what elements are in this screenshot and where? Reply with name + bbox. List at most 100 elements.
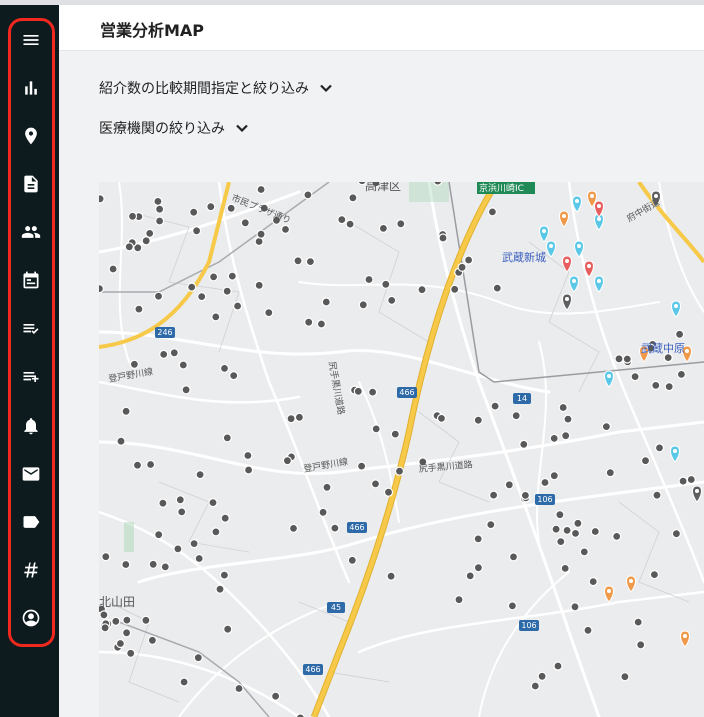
facility-marker[interactable] [612, 531, 622, 541]
facility-marker[interactable] [371, 424, 381, 434]
facility-marker[interactable] [570, 602, 580, 612]
facility-marker[interactable] [507, 601, 517, 611]
facility-marker[interactable] [148, 559, 158, 569]
facility-marker[interactable] [337, 214, 347, 225]
facility-marker[interactable] [177, 507, 187, 517]
facility-marker[interactable] [141, 615, 151, 625]
facility-marker[interactable] [134, 304, 144, 314]
facility-marker[interactable] [671, 529, 682, 539]
facility-marker[interactable] [636, 640, 646, 650]
facility-marker[interactable] [264, 308, 274, 318]
facility-marker[interactable] [254, 280, 264, 290]
facility-marker[interactable] [100, 623, 110, 633]
facility-marker[interactable] [630, 372, 640, 382]
facility-marker[interactable] [614, 354, 624, 364]
map-pin-icon[interactable] [604, 370, 614, 388]
facility-marker[interactable] [127, 211, 138, 221]
facility-marker[interactable] [563, 414, 573, 424]
facility-marker[interactable] [222, 286, 232, 296]
facility-marker[interactable] [348, 193, 358, 203]
facility-marker[interactable] [226, 203, 236, 213]
facility-marker[interactable] [504, 480, 514, 490]
facility-marker[interactable] [141, 236, 151, 246]
facility-marker[interactable] [555, 510, 565, 520]
facility-marker[interactable] [394, 466, 405, 476]
facility-marker[interactable] [233, 301, 243, 311]
facility-marker[interactable] [583, 625, 593, 635]
facility-marker[interactable] [173, 544, 183, 554]
facility-marker[interactable] [558, 402, 568, 413]
facility-marker[interactable] [664, 382, 674, 392]
facility-marker[interactable] [288, 523, 299, 533]
facility-marker[interactable] [652, 490, 662, 500]
facility-marker[interactable] [108, 264, 118, 274]
map-pin-icon[interactable] [562, 293, 572, 311]
map-pin-icon[interactable] [559, 210, 569, 228]
facility-marker[interactable] [674, 329, 685, 339]
facility-marker[interactable] [353, 386, 363, 396]
facility-marker[interactable] [223, 624, 233, 634]
facility-marker[interactable] [219, 363, 230, 373]
facility-marker[interactable] [145, 459, 156, 470]
facility-marker[interactable] [99, 610, 109, 620]
facility-marker[interactable] [465, 571, 475, 581]
facility-marker[interactable] [381, 279, 391, 289]
facility-marker[interactable] [154, 216, 165, 226]
facility-marker[interactable] [153, 291, 164, 301]
facility-marker[interactable] [347, 555, 357, 565]
facility-marker[interactable] [561, 431, 571, 441]
facility-marker[interactable] [473, 415, 483, 425]
facility-marker[interactable] [240, 218, 250, 228]
facility-marker[interactable] [457, 262, 467, 272]
facility-marker[interactable] [676, 369, 687, 379]
facility-marker[interactable] [189, 207, 199, 217]
facility-marker[interactable] [122, 628, 132, 638]
facility-marker[interactable] [530, 681, 540, 691]
facility-marker[interactable] [194, 553, 204, 564]
facility-marker[interactable] [454, 595, 464, 605]
map-pin-icon[interactable] [539, 225, 549, 243]
facility-marker[interactable] [473, 563, 483, 573]
map-view[interactable]: 高津区 京浜川崎IC 武蔵新城 武蔵中原 市民プラザ通り 府中街道 登戸野川線 … [99, 182, 704, 717]
facility-marker[interactable] [159, 349, 169, 359]
facility-marker[interactable] [549, 471, 559, 481]
facility-marker[interactable] [556, 537, 566, 547]
facility-marker[interactable] [649, 570, 660, 580]
facility-marker[interactable] [601, 422, 611, 432]
facility-marker[interactable] [605, 468, 615, 478]
facility-marker[interactable] [280, 224, 291, 235]
facility-marker[interactable] [436, 413, 447, 423]
facility-marker[interactable] [282, 456, 292, 466]
facility-marker[interactable] [271, 691, 281, 701]
facility-marker[interactable] [145, 228, 155, 239]
facility-marker[interactable] [179, 677, 189, 687]
facility-marker[interactable] [345, 219, 355, 229]
facility-marker[interactable] [370, 479, 381, 489]
facility-marker[interactable] [175, 495, 185, 505]
map-pin-icon[interactable] [546, 240, 556, 258]
facility-marker[interactable] [490, 401, 500, 411]
facility-marker[interactable] [160, 562, 170, 572]
facility-marker[interactable] [508, 552, 519, 562]
facility-marker[interactable] [390, 429, 400, 439]
facility-marker[interactable] [222, 433, 232, 443]
facility-marker[interactable] [651, 380, 661, 390]
facility-marker[interactable] [520, 490, 530, 500]
facility-marker[interactable] [189, 539, 199, 549]
facility-marker[interactable] [489, 490, 499, 500]
facility-marker[interactable] [686, 474, 696, 485]
facility-marker[interactable] [294, 412, 304, 422]
facility-marker[interactable] [549, 433, 559, 443]
facility-marker[interactable] [211, 527, 221, 537]
filter-referral-period[interactable]: 紹介数の比較期間指定と絞り込み [99, 78, 333, 98]
facility-marker[interactable] [132, 460, 143, 470]
facility-marker[interactable] [386, 571, 396, 581]
map-pin-icon[interactable] [604, 585, 614, 603]
facility-marker[interactable] [193, 653, 203, 663]
map-canvas[interactable]: 高津区 京浜川崎IC 武蔵新城 武蔵中原 市民プラザ通り 府中街道 登戸野川線 … [99, 182, 704, 717]
facility-marker[interactable] [99, 194, 105, 204]
facility-marker[interactable] [387, 295, 397, 306]
facility-marker[interactable] [126, 648, 136, 658]
facility-marker[interactable] [640, 456, 651, 466]
facility-marker[interactable] [473, 534, 483, 544]
